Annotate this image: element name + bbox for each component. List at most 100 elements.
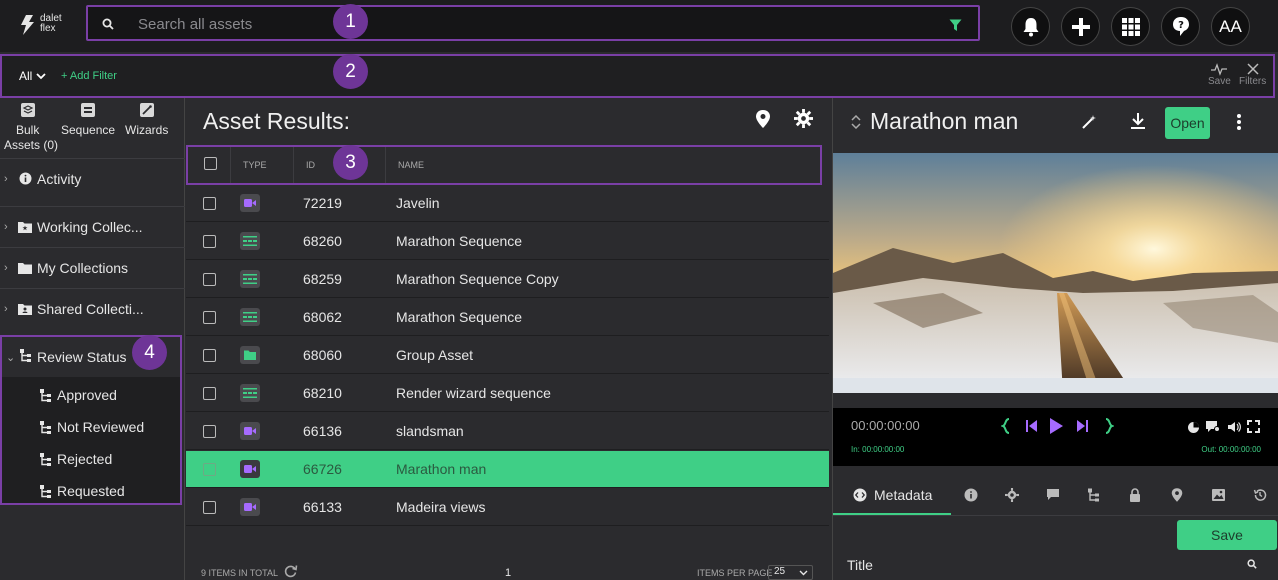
scope-dropdown[interactable]: All xyxy=(19,69,46,83)
items-per-page-select[interactable]: 25 xyxy=(768,565,813,580)
tab-metadata[interactable]: Metadata xyxy=(853,487,932,503)
hierarchy-icon xyxy=(40,452,51,466)
results-table-header: TYPE ID NAME xyxy=(186,145,822,185)
column-header-name[interactable]: NAME xyxy=(398,160,424,170)
refresh-icon[interactable] xyxy=(283,564,298,578)
asset-id: 66133 xyxy=(303,499,342,515)
chevron-down-icon: ⌄ xyxy=(6,351,16,364)
pulse-icon xyxy=(1211,63,1228,76)
active-tab-indicator xyxy=(833,513,951,515)
row-checkbox[interactable] xyxy=(203,424,216,438)
asset-name: Marathon Sequence xyxy=(396,309,523,325)
chevron-right-icon: › xyxy=(4,261,8,274)
row-checkbox[interactable] xyxy=(203,386,216,400)
save-filter-button[interactable]: Save xyxy=(1208,62,1231,87)
speed-icon[interactable] xyxy=(1187,421,1200,434)
user-avatar[interactable]: AA xyxy=(1211,7,1250,46)
video-preview[interactable] xyxy=(833,153,1278,393)
sidebar-item-label: My Collections xyxy=(37,259,129,276)
sequence-tool[interactable]: Sequence xyxy=(61,102,115,137)
items-total: 9 ITEMS IN TOTAL xyxy=(201,568,279,578)
hierarchy-icon xyxy=(20,349,34,365)
table-row[interactable]: 68060 Group Asset xyxy=(186,337,829,374)
table-row[interactable]: 68062 Marathon Sequence xyxy=(186,299,829,336)
more-vertical-icon[interactable] xyxy=(1236,113,1242,131)
step-forward-icon[interactable] xyxy=(1075,419,1089,433)
asset-name: Group Asset xyxy=(396,347,474,363)
table-row[interactable]: 68210 Render wizard sequence xyxy=(186,375,829,412)
folder-star-icon xyxy=(18,221,32,233)
review-item-approved[interactable]: Approved xyxy=(40,387,117,403)
app-logo[interactable]: dalet flex xyxy=(20,12,68,40)
column-header-id[interactable]: ID xyxy=(306,160,315,170)
field-label-title: Title xyxy=(847,557,873,573)
filter-funnel-icon[interactable] xyxy=(949,19,962,32)
row-checkbox[interactable] xyxy=(203,462,216,476)
filter-bar: All + Add Filter Save Filters xyxy=(0,54,1275,98)
results-title: Asset Results: xyxy=(203,108,350,134)
table-row[interactable]: 66136 slandsman xyxy=(186,413,829,450)
comment-icon[interactable] xyxy=(1046,488,1060,501)
current-page[interactable]: 1 xyxy=(505,567,511,579)
tab-metadata-label: Metadata xyxy=(874,487,933,503)
row-checkbox[interactable] xyxy=(203,196,216,210)
magic-wand-icon[interactable] xyxy=(1081,114,1097,130)
save-metadata-button[interactable]: Save xyxy=(1177,520,1277,550)
row-checkbox[interactable] xyxy=(203,310,216,324)
mark-out-icon[interactable] xyxy=(1104,418,1114,434)
play-icon[interactable] xyxy=(1048,417,1064,435)
add-filter-link[interactable]: + Add Filter xyxy=(61,70,117,82)
map-pin-icon[interactable] xyxy=(1171,488,1183,502)
table-row[interactable]: 66133 Madeira views xyxy=(186,489,829,526)
gear-icon[interactable] xyxy=(794,109,813,128)
apps-button[interactable] xyxy=(1111,7,1150,46)
review-item-not-reviewed[interactable]: Not Reviewed xyxy=(40,419,144,435)
search-icon[interactable] xyxy=(1247,559,1257,569)
step-back-icon[interactable] xyxy=(1025,419,1039,433)
row-checkbox[interactable] xyxy=(203,348,216,362)
sort-updown-icon[interactable] xyxy=(851,115,861,129)
callout-badge: 1 xyxy=(333,4,368,39)
wizards-tool[interactable]: Wizards xyxy=(125,102,168,137)
gear-icon[interactable] xyxy=(1005,488,1019,502)
row-checkbox[interactable] xyxy=(203,234,216,248)
add-button[interactable] xyxy=(1061,7,1100,46)
image-icon[interactable] xyxy=(1211,488,1226,502)
notifications-button[interactable] xyxy=(1011,7,1050,46)
lock-icon[interactable] xyxy=(1129,488,1141,502)
help-button[interactable]: ? xyxy=(1161,7,1200,46)
volume-icon[interactable] xyxy=(1227,421,1241,433)
sidebar-item-activity[interactable]: › Activity xyxy=(0,158,185,198)
map-pin-icon[interactable] xyxy=(755,110,771,128)
filters-close-button[interactable]: Filters xyxy=(1239,62,1266,87)
row-checkbox[interactable] xyxy=(203,272,216,286)
sidebar-item-my-collections[interactable]: › My Collections xyxy=(0,247,185,287)
hierarchy-icon[interactable] xyxy=(1088,488,1100,502)
review-item-rejected[interactable]: Rejected xyxy=(40,451,112,467)
fullscreen-icon[interactable] xyxy=(1247,420,1260,433)
history-icon[interactable] xyxy=(1253,488,1267,502)
open-button[interactable]: Open xyxy=(1165,107,1210,139)
table-row[interactable]: 72219 Javelin xyxy=(186,185,829,222)
logo-line2: flex xyxy=(40,23,56,34)
video-icon xyxy=(240,194,260,212)
plus-icon xyxy=(1071,17,1090,36)
review-item-requested[interactable]: Requested xyxy=(40,483,125,499)
table-row[interactable]: 68259 Marathon Sequence Copy xyxy=(186,261,829,298)
row-checkbox[interactable] xyxy=(203,500,216,514)
search-input[interactable] xyxy=(138,14,898,34)
bulk-assets-tool[interactable]: Bulk xyxy=(16,102,39,137)
column-header-type[interactable]: TYPE xyxy=(243,160,267,170)
table-row[interactable]: 66726 Marathon man xyxy=(186,451,829,488)
review-item-label: Not Reviewed xyxy=(57,419,145,435)
info-icon[interactable] xyxy=(964,488,978,502)
download-icon[interactable] xyxy=(1130,112,1146,130)
sidebar-item-working-collections[interactable]: › Working Collec... xyxy=(0,206,185,246)
save-filter-label: Save xyxy=(1208,76,1231,87)
subtitles-icon[interactable] xyxy=(1205,420,1221,434)
bulk-assets-count: Assets (0) xyxy=(4,138,59,152)
sidebar-item-shared-collections[interactable]: › Shared Collecti... xyxy=(0,288,185,328)
select-all-checkbox[interactable] xyxy=(204,157,217,170)
mark-in-icon[interactable] xyxy=(1001,418,1011,434)
table-row[interactable]: 68260 Marathon Sequence xyxy=(186,223,829,260)
